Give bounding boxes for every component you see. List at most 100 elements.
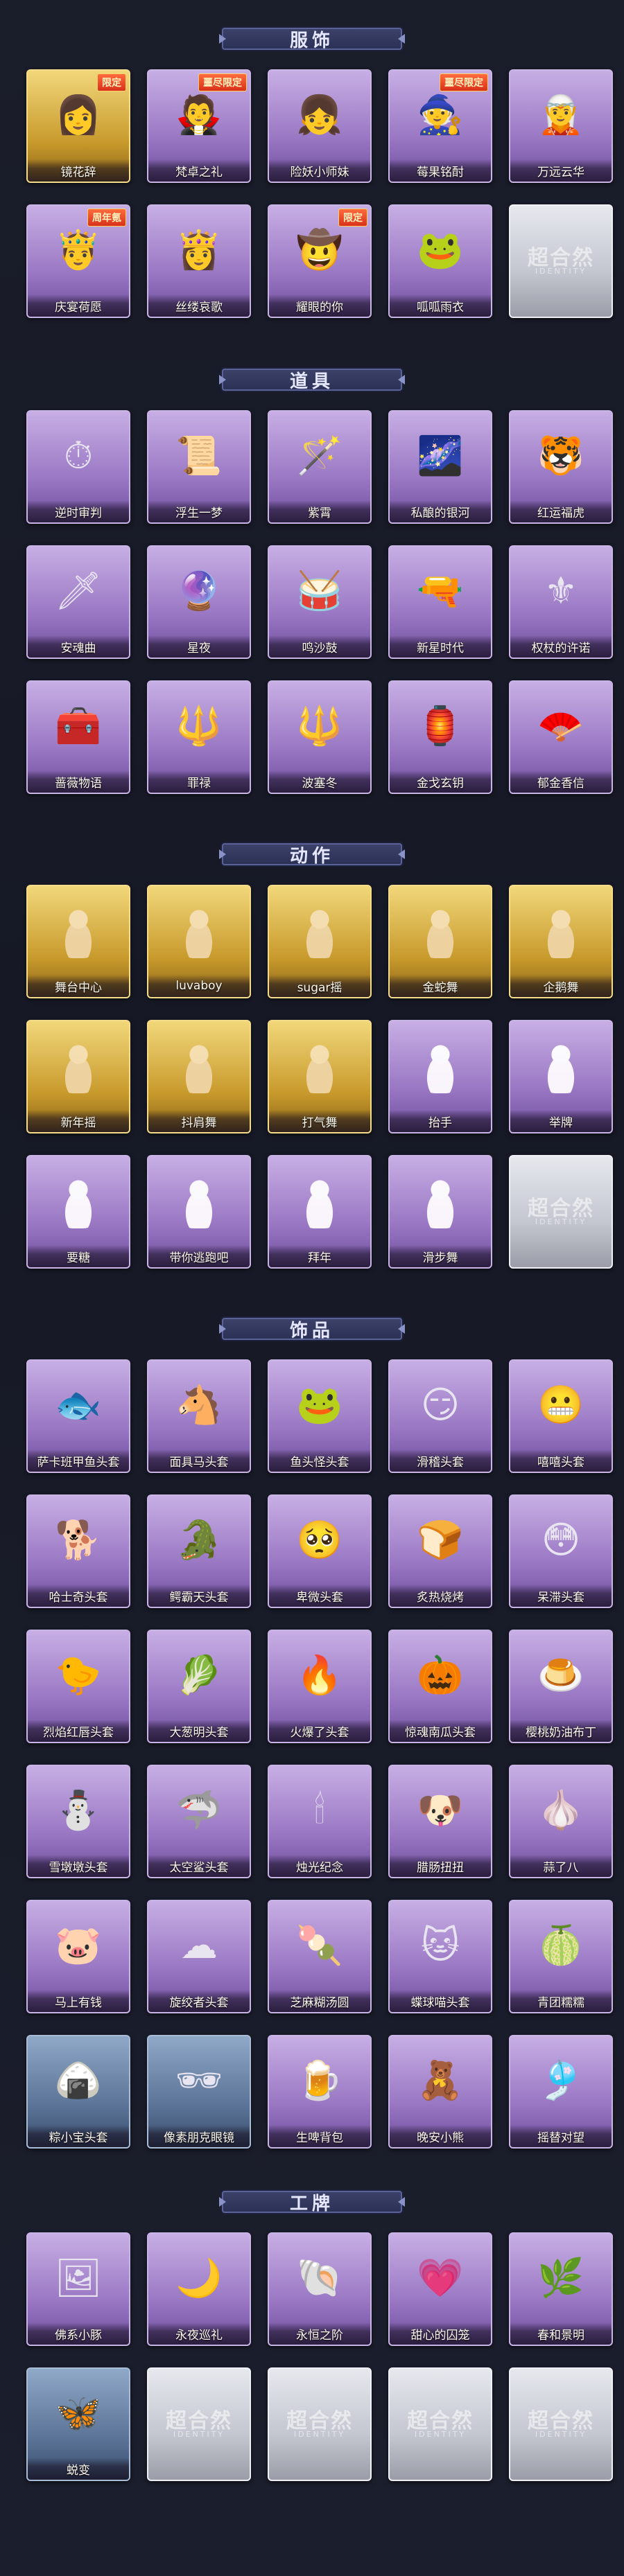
item-card[interactable]: 🌿 春和景明 xyxy=(509,2232,613,2346)
item-card[interactable]: 🔥 火爆了头套 xyxy=(268,1630,372,1743)
item-label: 摇替对望 xyxy=(510,2125,612,2147)
item-card[interactable]: 🔮 星夜 xyxy=(147,545,251,659)
pose-figure-icon xyxy=(537,903,585,958)
item-label: 丝缕哀歌 xyxy=(148,294,250,317)
item-card[interactable]: 新年摇 xyxy=(26,1020,130,1133)
item-card[interactable]: 👸 丝缕哀歌 xyxy=(147,204,251,318)
item-label: 惊魂南瓜头套 xyxy=(390,1720,491,1742)
item-card[interactable]: 🐟 萨卡班甲鱼头套 xyxy=(26,1359,130,1473)
item-card[interactable]: 🐊 鳄霸天头套 xyxy=(147,1494,251,1608)
item-card[interactable]: 😬 嘻嘻头套 xyxy=(509,1359,613,1473)
item-card[interactable]: 🐴 面具马头套 xyxy=(147,1359,251,1473)
item-card[interactable]: sugar摇 xyxy=(268,885,372,998)
item-card[interactable]: 🐷 马上有钱 xyxy=(26,1900,130,2013)
pose-figure-icon xyxy=(295,1038,344,1093)
item-card[interactable]: 🌙 永夜巡礼 xyxy=(147,2232,251,2346)
item-card[interactable]: 🥬 大葱明头套 xyxy=(147,1630,251,1743)
shell-badge-icon: 🐚 xyxy=(296,2256,343,2300)
item-card[interactable]: 拜年 xyxy=(268,1155,372,1269)
item-card[interactable]: 🗡 安魂曲 xyxy=(26,545,130,659)
item-card[interactable]: 要糖 xyxy=(26,1155,130,1269)
item-card[interactable]: 🥁 鸣沙鼓 xyxy=(268,545,372,659)
item-card[interactable]: 🪄 紫霄 xyxy=(268,410,372,524)
pose-icon xyxy=(399,894,481,967)
item-label: 蝶球喵头套 xyxy=(390,1990,491,2012)
header-right-arrow-icon xyxy=(398,375,405,385)
item-card[interactable]: 🐸 呱呱雨衣 xyxy=(388,204,492,318)
item-card[interactable]: 📜 浮生一梦 xyxy=(147,410,251,524)
section-title: 道具 xyxy=(289,371,334,392)
item-card[interactable]: ⚜ 权杖的许诺 xyxy=(509,545,613,659)
item-card[interactable]: 😳 呆滞头套 xyxy=(509,1494,613,1608)
item-card[interactable]: 🤴 周年氪 庆宴荷愿 xyxy=(26,204,130,318)
item-card[interactable]: 🐯 红运福虎 xyxy=(509,410,613,524)
item-card[interactable]: 🐕 哈士奇头套 xyxy=(26,1494,130,1608)
item-card[interactable]: 🎃 惊魂南瓜头套 xyxy=(388,1630,492,1743)
item-label: 腊肠扭扭 xyxy=(390,1855,491,1877)
item-card[interactable]: 🔫 新星时代 xyxy=(388,545,492,659)
item-card[interactable]: 👧 险妖小师妹 xyxy=(268,69,372,183)
item-card[interactable]: 🕶 像素朋克眼镜 xyxy=(147,2035,251,2149)
item-card[interactable]: 🧸 晚安小熊 xyxy=(388,2035,492,2149)
item-card[interactable]: 👩 限定 镜花辞 xyxy=(26,69,130,183)
item-card[interactable]: 金蛇舞 xyxy=(388,885,492,998)
pose-icon xyxy=(37,894,119,967)
item-card[interactable]: 🌌 私酿的银河 xyxy=(388,410,492,524)
item-card[interactable]: 🐚 永恒之阶 xyxy=(268,2232,372,2346)
item-card[interactable]: 抖肩舞 xyxy=(147,1020,251,1133)
item-card[interactable]: 🐱 蝶球喵头套 xyxy=(388,1900,492,2013)
item-card[interactable]: 🐸 鱼头怪头套 xyxy=(268,1359,372,1473)
item-label: 鳄霸天头套 xyxy=(148,1585,250,1607)
item-card[interactable]: 🦈 太空鲨头套 xyxy=(147,1765,251,1878)
pose-icon xyxy=(37,1165,119,1237)
item-card[interactable]: 🍈 青团糯糯 xyxy=(509,1900,613,2013)
item-card[interactable]: 🍙 粽小宝头套 xyxy=(26,2035,130,2149)
husky-icon: 🐕 xyxy=(55,1518,102,1562)
header-right-arrow-icon xyxy=(398,2197,405,2207)
item-card[interactable]: 🧰 蔷薇物语 xyxy=(26,680,130,794)
revolver-icon: 🔫 xyxy=(417,569,464,612)
item-card[interactable]: ⏱ 逆时审判 xyxy=(26,410,130,524)
item-card[interactable]: ⛄ 雪墩墩头套 xyxy=(26,1765,130,1878)
item-card[interactable]: 🎐 摇替对望 xyxy=(509,2035,613,2149)
item-label: 波塞冬 xyxy=(269,770,370,793)
item-card[interactable]: 🍞 炙热烧烤 xyxy=(388,1494,492,1608)
item-card[interactable]: 🤠 限定 耀眼的你 xyxy=(268,204,372,318)
item-card[interactable]: 🐶 腊肠扭扭 xyxy=(388,1765,492,1878)
item-card[interactable]: 🏮 金戈玄钥 xyxy=(388,680,492,794)
item-label: 抖肩舞 xyxy=(148,1110,250,1132)
item-card[interactable]: 企鹅舞 xyxy=(509,885,613,998)
item-card[interactable]: 😏 滑稽头套 xyxy=(388,1359,492,1473)
item-card[interactable]: 🧝 万远云华 xyxy=(509,69,613,183)
item-card[interactable]: 🪭 郁金香信 xyxy=(509,680,613,794)
item-card[interactable]: 🕯 烛光纪念 xyxy=(268,1765,372,1878)
item-card[interactable]: 举牌 xyxy=(509,1020,613,1133)
item-card[interactable]: 🍡 芝麻糊汤圆 xyxy=(268,1900,372,2013)
item-card[interactable]: 🔱 波塞冬 xyxy=(268,680,372,794)
item-card[interactable]: 抬手 xyxy=(388,1020,492,1133)
fire-icon: 🔥 xyxy=(296,1653,343,1697)
item-card[interactable]: 🦋 蜕变 xyxy=(26,2367,130,2481)
item-card[interactable]: 🖼 佛系小豚 xyxy=(26,2232,130,2346)
pose-icon xyxy=(279,1165,361,1237)
item-card[interactable]: 🍺 生啤背包 xyxy=(268,2035,372,2149)
item-label: 永恒之阶 xyxy=(269,2322,370,2345)
item-card[interactable]: 💗 甜心的囚笼 xyxy=(388,2232,492,2346)
item-card[interactable]: 🐤 烈焰红唇头套 xyxy=(26,1630,130,1743)
item-card[interactable]: ☁ 旋绞者头套 xyxy=(147,1900,251,2013)
item-card[interactable]: 带你逃跑吧 xyxy=(147,1155,251,1269)
dachshund-icon: 🐶 xyxy=(417,1788,464,1832)
item-card[interactable]: 🧄 蒜了八 xyxy=(509,1765,613,1878)
pose-icon xyxy=(399,1165,481,1237)
item-card[interactable]: luvaboy xyxy=(147,885,251,998)
item-label: 烛光纪念 xyxy=(269,1855,370,1877)
item-card[interactable]: 🥺 卑微头套 xyxy=(268,1494,372,1608)
item-card[interactable]: 舞台中心 xyxy=(26,885,130,998)
item-card[interactable]: 打气舞 xyxy=(268,1020,372,1133)
item-card[interactable]: 🍮 樱桃奶油布丁 xyxy=(509,1630,613,1743)
item-card[interactable]: 🔱 罪禄 xyxy=(147,680,251,794)
item-card[interactable]: 🧛 噩尽限定 梵卓之礼 xyxy=(147,69,251,183)
item-card[interactable]: 🧙 噩尽限定 莓果铭酎 xyxy=(388,69,492,183)
item-card[interactable]: 滑步舞 xyxy=(388,1155,492,1269)
item-label: 莓果铭酎 xyxy=(390,159,491,182)
